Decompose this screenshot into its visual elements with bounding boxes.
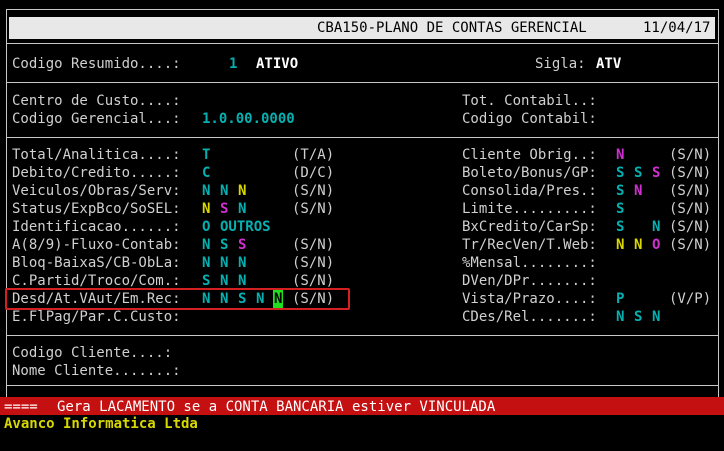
field-label: Consolida/Pres.:: [462, 183, 597, 199]
codigo-contabil-label: Codigo Contabil:: [462, 111, 597, 127]
field-value: OUTROS: [220, 219, 271, 235]
field-label: A(8/9)-Fluxo-Contab:: [12, 237, 181, 253]
field-label: Limite.........:: [462, 201, 597, 217]
field-value[interactable]: N: [202, 200, 210, 218]
field-value[interactable]: N: [652, 218, 660, 236]
frame-right-border: [718, 9, 719, 397]
active-cursor-field[interactable]: N: [273, 290, 284, 308]
field-value[interactable]: N: [238, 254, 246, 272]
field-hint: (S/N): [292, 291, 335, 307]
field-hint: (D/C): [292, 165, 335, 181]
field-value[interactable]: S: [220, 200, 228, 218]
field-label: DVen/DPr.......:: [462, 273, 597, 289]
field-label: Boleto/Bonus/GP:: [462, 165, 597, 181]
field-label: Vista/Prazo....:: [462, 291, 597, 307]
field-label: Desd/At.VAut/Em.Rec:: [12, 291, 181, 307]
field-hint: (S/N): [292, 201, 335, 217]
field-hint: (S/N): [669, 237, 712, 253]
field-value[interactable]: S: [616, 218, 624, 236]
status-message: Gera LACAMENTO se a CONTA BANCARIA estiv…: [57, 399, 496, 415]
field-value[interactable]: S: [220, 236, 228, 254]
codigo-resumido-name: ATIVO: [256, 56, 299, 72]
field-value[interactable]: N: [220, 290, 228, 308]
field-value[interactable]: N: [616, 146, 624, 164]
field-label: Cliente Obrig..:: [462, 147, 597, 163]
field-hint: (S/N): [669, 183, 712, 199]
field-label: Identificacao......:: [12, 219, 181, 235]
field-hint: (S/N): [669, 219, 712, 235]
screen-title: CBA150-PLANO DE CONTAS GERENCIAL: [317, 20, 587, 36]
field-label: %Mensal........:: [462, 255, 597, 271]
divider-1: [6, 43, 718, 44]
codigo-cliente-label: Codigo Cliente....:: [12, 345, 173, 361]
field-value[interactable]: S: [634, 308, 642, 326]
tot-contabil-label: Tot. Contabil..:: [462, 93, 597, 109]
frame-top-border: [6, 9, 718, 10]
field-value[interactable]: S: [652, 164, 660, 182]
field-value[interactable]: N: [202, 254, 210, 272]
codigo-gerencial-value[interactable]: 1.0.00.0000: [202, 110, 295, 128]
company-name: Avanco Informatica Ltda: [4, 416, 198, 432]
field-value[interactable]: N: [202, 290, 210, 308]
field-hint: (V/P): [669, 291, 712, 307]
field-value[interactable]: N: [616, 308, 624, 326]
field-value[interactable]: N: [202, 236, 210, 254]
field-value[interactable]: N: [256, 290, 264, 308]
field-hint: (T/A): [292, 147, 335, 163]
screen-date: 11/04/17: [643, 20, 711, 36]
field-hint: (S/N): [292, 183, 335, 199]
field-hint: (S/N): [292, 237, 335, 253]
sigla-label: Sigla:: [535, 56, 586, 72]
status-marker: ====: [4, 399, 38, 415]
field-hint: (S/N): [669, 165, 712, 181]
field-value[interactable]: S: [238, 236, 246, 254]
nome-cliente-label: Nome Cliente.......:: [12, 363, 181, 379]
field-value[interactable]: C: [202, 164, 210, 182]
field-hint: (S/N): [669, 147, 712, 163]
field-label: E.FlPag/Par.C.Custo:: [12, 309, 181, 325]
field-hint: (S/N): [292, 255, 335, 271]
divider-4: [6, 335, 718, 336]
codigo-resumido-value[interactable]: 1: [229, 55, 237, 73]
field-label: Veiculos/Obras/Serv:: [12, 183, 181, 199]
divider-3: [6, 137, 718, 138]
field-label: Status/ExpBco/SoSEL:: [12, 201, 181, 217]
field-value[interactable]: N: [616, 236, 624, 254]
field-value[interactable]: N: [220, 182, 228, 200]
field-value[interactable]: N: [634, 182, 642, 200]
frame-bottom-border: [6, 385, 718, 386]
field-value[interactable]: S: [634, 164, 642, 182]
divider-2: [6, 82, 718, 83]
field-value[interactable]: N: [652, 308, 660, 326]
field-label: BxCredito/CarSp:: [462, 219, 597, 235]
field-label: Tr/RecVen/T.Web:: [462, 237, 597, 253]
field-label: Total/Analitica....:: [12, 147, 181, 163]
field-value[interactable]: P: [616, 290, 624, 308]
field-label: CDes/Rel.......:: [462, 309, 597, 325]
codigo-gerencial-label: Codigo Gerencial...:: [12, 111, 181, 127]
field-value[interactable]: S: [616, 200, 624, 218]
field-hint: (S/N): [669, 201, 712, 217]
field-value[interactable]: N: [238, 200, 246, 218]
field-value[interactable]: N: [202, 182, 210, 200]
field-value[interactable]: N: [238, 182, 246, 200]
field-label: Debito/Credito.....:: [12, 165, 181, 181]
field-value[interactable]: N: [220, 254, 228, 272]
field-value[interactable]: N: [634, 236, 642, 254]
field-value[interactable]: S: [616, 182, 624, 200]
field-value[interactable]: O: [652, 236, 660, 254]
field-value[interactable]: O: [202, 218, 210, 236]
field-label: Bloq-BaixaS/CB-ObLa:: [12, 255, 181, 271]
field-value[interactable]: S: [616, 164, 624, 182]
sigla-value[interactable]: ATV: [596, 55, 621, 73]
centro-custo-label: Centro de Custo....:: [12, 93, 181, 109]
frame-left-border: [6, 9, 7, 397]
field-value[interactable]: T: [202, 146, 210, 164]
codigo-resumido-label: Codigo Resumido....:: [12, 56, 181, 72]
field-value[interactable]: S: [238, 290, 246, 308]
